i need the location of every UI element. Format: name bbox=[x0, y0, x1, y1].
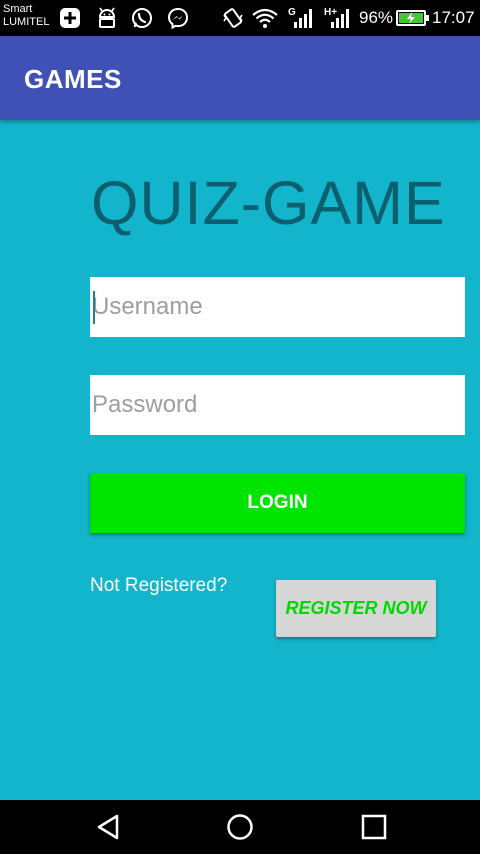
app-title: GAMES bbox=[24, 64, 122, 94]
register-button[interactable]: REGISTER NOW bbox=[276, 580, 436, 637]
whatsapp-icon bbox=[132, 8, 152, 28]
battery-percent: 96% bbox=[359, 8, 394, 27]
wifi-icon bbox=[252, 8, 278, 28]
username-field[interactable] bbox=[90, 277, 465, 337]
home-icon[interactable] bbox=[225, 812, 255, 842]
carrier-network: LUMITEL bbox=[3, 16, 50, 28]
back-icon[interactable] bbox=[93, 812, 123, 842]
status-bar: Smart LUMITEL G H+ 96% 17:07 bbox=[0, 0, 480, 36]
battery-charging-icon bbox=[396, 10, 429, 26]
signal-icon bbox=[331, 9, 349, 28]
page-title: QUIZ-GAME bbox=[91, 169, 446, 237]
login-button[interactable]: LOGIN bbox=[90, 473, 465, 533]
clock: 17:07 bbox=[432, 8, 475, 27]
plus-square-icon bbox=[60, 8, 80, 28]
carrier-name: Smart bbox=[3, 3, 33, 15]
messenger-icon bbox=[167, 7, 189, 30]
not-registered-label: Not Registered? bbox=[90, 575, 228, 596]
recents-icon[interactable] bbox=[359, 812, 389, 842]
signal-icon bbox=[294, 9, 312, 28]
android-icon bbox=[98, 7, 116, 28]
text-cursor bbox=[93, 291, 95, 324]
carrier-label: Smart LUMITEL bbox=[3, 3, 49, 29]
navigation-bar bbox=[0, 800, 480, 854]
vibrate-icon bbox=[223, 8, 243, 28]
app-bar: GAMES bbox=[0, 36, 480, 120]
password-field[interactable] bbox=[90, 375, 465, 435]
